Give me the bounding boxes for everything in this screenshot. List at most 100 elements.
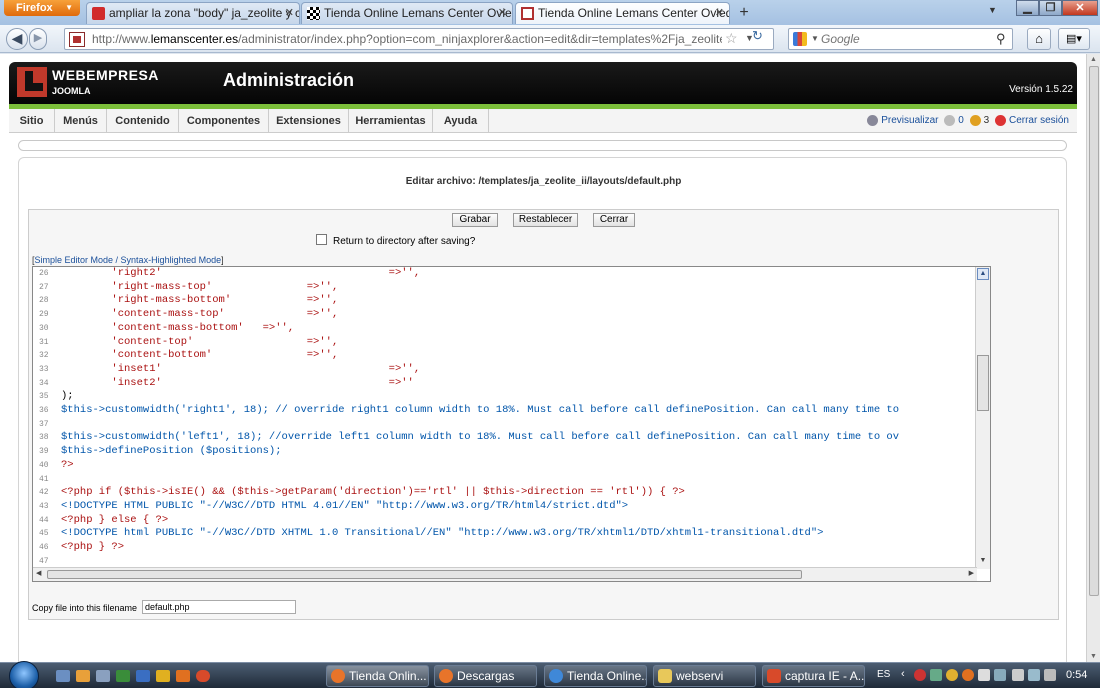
scroll-down-arrow-icon[interactable]: ▼: [1090, 653, 1097, 660]
messages-count[interactable]: 0: [958, 115, 964, 126]
code-lines[interactable]: 26 'right2' =>'', 27 'right-mass-top' =>'…: [33, 267, 977, 569]
start-button[interactable]: [9, 661, 39, 688]
task-captura[interactable]: captura IE - A...: [762, 665, 865, 687]
home-icon[interactable]: ⌂: [1027, 28, 1051, 50]
task-descargas[interactable]: Descargas: [434, 665, 537, 687]
close-button[interactable]: Cerrar: [593, 213, 635, 227]
scroll-right-arrow-icon[interactable]: ▶: [969, 569, 974, 577]
url-bar[interactable]: http://www.lemanscenter.es/administrator…: [64, 28, 774, 50]
code-line[interactable]: 34 'inset2' =>'': [33, 377, 977, 391]
code-line[interactable]: 35);: [33, 390, 977, 404]
battery-icon[interactable]: [1028, 669, 1040, 681]
tab-tienda-online-2[interactable]: Tienda Online Lemans Center Oviedo... ✕: [515, 2, 730, 24]
return-after-save-checkbox[interactable]: [316, 234, 327, 245]
code-line[interactable]: 41: [33, 473, 977, 487]
tab-ampliar-zona[interactable]: ampliar la zona "body" ja_zeolite y ca..…: [86, 2, 300, 24]
menu-ayuda[interactable]: Ayuda: [433, 109, 489, 133]
scroll-up-arrow-icon[interactable]: ▲: [1090, 56, 1097, 63]
code-editor[interactable]: 26 'right2' =>'', 27 'right-mass-top' =>'…: [32, 266, 991, 582]
window-close-button[interactable]: ✕: [1062, 0, 1098, 16]
scroll-left-arrow-icon[interactable]: ◀: [36, 569, 41, 577]
code-line[interactable]: 27 'right-mass-top' =>'',: [33, 281, 977, 295]
code-line[interactable]: 46 <?php } ?>: [33, 541, 977, 555]
code-line[interactable]: 29 'content-mass-top' =>'',: [33, 308, 977, 322]
wifi-signal-icon[interactable]: [1012, 669, 1024, 681]
logout-link[interactable]: Cerrar sesión: [1009, 115, 1069, 126]
menu-sitio[interactable]: Sitio: [9, 109, 55, 133]
firefox-menu-button[interactable]: Firefox ▼: [4, 0, 80, 16]
window-minimize-button[interactable]: ▁: [1016, 0, 1039, 16]
code-line[interactable]: 40 ?>: [33, 459, 977, 473]
media-launch-icon[interactable]: [156, 670, 170, 682]
search-engine-chevron-icon[interactable]: ▼: [811, 34, 819, 43]
excel-launch-icon[interactable]: [116, 670, 130, 682]
code-line[interactable]: 32 'content-bottom' =>'',: [33, 349, 977, 363]
language-indicator[interactable]: ES: [877, 669, 890, 680]
app-tray-icon[interactable]: [946, 669, 958, 681]
firefox-launch-icon[interactable]: [76, 670, 90, 682]
code-vertical-scrollbar[interactable]: ▲ ▼: [975, 267, 990, 569]
close-icon[interactable]: ✕: [285, 3, 294, 24]
code-line[interactable]: 42 <?php if ($this->isIE() && ($this->get…: [33, 486, 977, 500]
code-line[interactable]: 26 'right2' =>'',: [33, 267, 977, 281]
menu-extensiones[interactable]: Extensiones: [269, 109, 349, 133]
bookmarks-menu-button[interactable]: ▤▾: [1058, 28, 1090, 50]
scroll-thumb[interactable]: [1089, 66, 1099, 596]
device-tray-icon[interactable]: [978, 669, 990, 681]
code-line[interactable]: 37: [33, 418, 977, 432]
close-icon[interactable]: ✕: [498, 3, 507, 24]
copy-filename-input[interactable]: [142, 600, 296, 614]
code-line[interactable]: 39 $this->definePosition ($positions);: [33, 445, 977, 459]
menu-herramientas[interactable]: Herramientas: [349, 109, 433, 133]
close-icon[interactable]: ✕: [715, 3, 724, 24]
scroll-up-arrow-icon[interactable]: ▲: [977, 268, 989, 280]
page-scrollbar[interactable]: ▲ ▼: [1086, 54, 1100, 662]
word-launch-icon[interactable]: [136, 670, 150, 682]
sync-tray-icon[interactable]: [994, 669, 1006, 681]
scroll-thumb[interactable]: [47, 570, 802, 579]
search-input[interactable]: [821, 29, 991, 49]
menu-componentes[interactable]: Componentes: [179, 109, 269, 133]
code-line[interactable]: 30 'content-mass-bottom' =>'',: [33, 322, 977, 336]
code-line[interactable]: 28 'right-mass-bottom' =>'',: [33, 294, 977, 308]
editor-mode-link[interactable]: Simple Editor Mode / Syntax-Highlighted …: [35, 255, 222, 265]
code-line[interactable]: 36 $this->customwidth('right1', 18); // o…: [33, 404, 977, 418]
search-bar[interactable]: ▼ ⚲: [788, 28, 1013, 50]
preview-link[interactable]: Previsualizar: [881, 115, 938, 126]
code-line[interactable]: 33 'inset1' =>'',: [33, 363, 977, 377]
tab-list-chevron-icon[interactable]: ▼: [988, 5, 997, 15]
menu-contenido[interactable]: Contenido: [107, 109, 179, 133]
code-line[interactable]: 43 <!DOCTYPE HTML PUBLIC "-//W3C//DTD HTM…: [33, 500, 977, 514]
google-engine-icon[interactable]: [793, 32, 807, 46]
menu-menus[interactable]: Menús: [55, 109, 107, 133]
app-launch-icon[interactable]: [176, 670, 190, 682]
show-desktop-icon[interactable]: [56, 670, 70, 682]
url-text[interactable]: http://www.lemanscenter.es/administrator…: [92, 29, 722, 50]
task-ie-tienda[interactable]: Tienda Online...: [544, 665, 647, 687]
site-identity-icon[interactable]: [69, 32, 85, 47]
scroll-down-arrow-icon[interactable]: ▼: [977, 556, 989, 568]
new-tab-button[interactable]: +: [733, 3, 755, 23]
window-maximize-button[interactable]: ❐: [1039, 0, 1062, 16]
code-horizontal-scrollbar[interactable]: ◀ ▶: [33, 567, 977, 581]
scroll-thumb[interactable]: [977, 355, 989, 411]
tray-expand-chevron-icon[interactable]: ‹: [901, 668, 905, 680]
magnifier-icon[interactable]: ⚲: [996, 31, 1006, 47]
reload-icon[interactable]: ↻: [752, 28, 763, 44]
task-firefox-tienda[interactable]: Tienda Onlin...: [326, 665, 429, 687]
task-webservi[interactable]: webservi: [653, 665, 756, 687]
code-line[interactable]: 31 'content-top' =>'',: [33, 336, 977, 350]
taskbar-clock[interactable]: 0:54: [1066, 669, 1087, 681]
code-line[interactable]: 38 $this->customwidth('left1', 18); //ove…: [33, 431, 977, 445]
bookmark-star-icon[interactable]: ☆: [725, 30, 738, 47]
code-line[interactable]: 45 <!DOCTYPE html PUBLIC "-//W3C//DTD XHT…: [33, 527, 977, 541]
update-tray-icon[interactable]: [962, 669, 974, 681]
chrome-launch-icon[interactable]: [196, 670, 210, 682]
volume-icon[interactable]: [1044, 669, 1056, 681]
forward-arrow-icon[interactable]: ▶: [29, 28, 47, 50]
save-button[interactable]: Grabar: [452, 213, 498, 227]
security-tray-icon[interactable]: [914, 669, 926, 681]
reset-button[interactable]: Restablecer: [513, 213, 578, 227]
tab-tienda-online-1[interactable]: Tienda Online Lemans Center Oviedo ✕: [301, 2, 513, 24]
code-line[interactable]: 44 <?php } else { ?>: [33, 514, 977, 528]
